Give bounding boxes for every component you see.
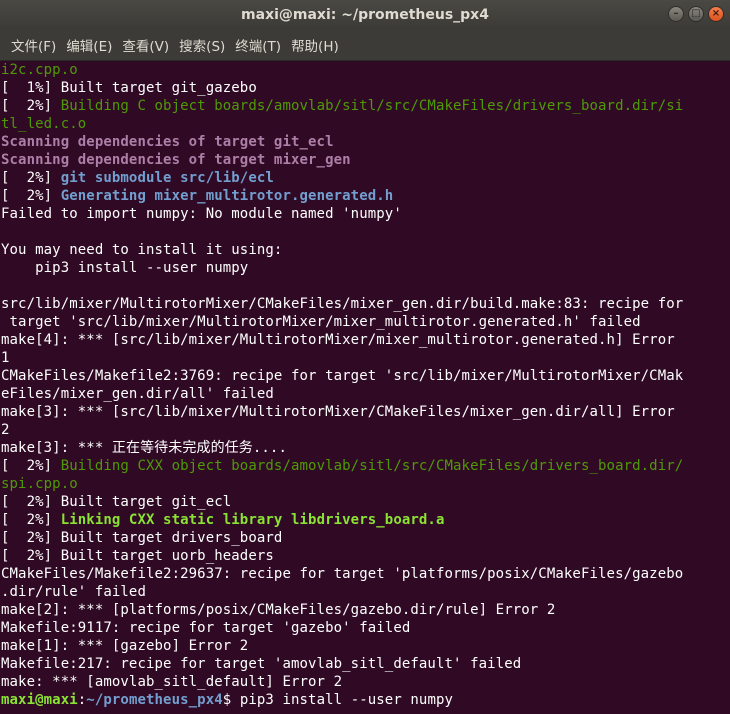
terminal-text: [ 2%] [1, 512, 61, 528]
terminal-text: pip3 install --user numpy [1, 260, 249, 276]
close-icon: × [711, 8, 721, 19]
menu-file[interactable]: 文件(F) [6, 35, 61, 55]
terminal-text: src/lib/mixer/MultirotorMixer/CMakeFiles… [1, 296, 684, 312]
terminal-line: [ 1%] Built target git_gazebo [1, 79, 730, 97]
terminal-line: make[4]: *** [src/lib/mixer/MultirotorMi… [1, 331, 730, 349]
terminal-line: [ 2%] Building CXX object boards/amovlab… [1, 457, 730, 475]
terminal-text: [ 1%] Built target git_gazebo [1, 80, 257, 96]
terminal-text: [ 2%] Built target uorb_headers [1, 548, 274, 564]
terminal-text: $ pip3 install --user numpy [222, 692, 454, 708]
terminal-line: eFiles/mixer_gen.dir/all' failed [1, 385, 730, 403]
terminal-line: [ 2%] Built target git_ecl [1, 493, 730, 511]
terminal-line: Makefile:9117: recipe for target 'gazebo… [1, 619, 730, 637]
terminal-line: Makefile:217: recipe for target 'amovlab… [1, 655, 730, 673]
terminal-line: pip3 install --user numpy [1, 259, 730, 277]
terminal-text: maxi@maxi [1, 692, 78, 708]
terminal-text: Scanning dependencies of target git_ecl [1, 134, 334, 150]
terminal-text: make[3]: *** [src/lib/mixer/MultirotorMi… [1, 404, 675, 420]
terminal-text: target 'src/lib/mixer/MultirotorMixer/mi… [1, 314, 641, 330]
menu-bar: 文件(F) 编辑(E) 查看(V) 搜索(S) 终端(T) 帮助(H) [0, 30, 730, 61]
terminal-line: .dir/rule' failed [1, 583, 730, 601]
terminal-text: make[3]: *** 正在等待未完成的任务.... [1, 440, 287, 456]
terminal-line: make[1]: *** [gazebo] Error 2 [1, 637, 730, 655]
prompt-line: maxi@maxi:~/prometheus_px4$ pip3 install… [1, 691, 730, 709]
terminal-line: 2 [1, 421, 730, 439]
close-button[interactable]: × [708, 6, 724, 22]
terminal-text: [ 2%] Built target drivers_board [1, 530, 283, 546]
terminal-window: maxi@maxi: ~/prometheus_px4 – □ × 文件(F) … [0, 0, 730, 714]
title-bar[interactable]: maxi@maxi: ~/prometheus_px4 – □ × [0, 0, 730, 30]
terminal-line: Failed to import numpy: No module named … [1, 205, 730, 223]
terminal-text: [ 2%] [1, 188, 61, 204]
terminal-text: Failed to import numpy: No module named … [1, 206, 402, 222]
terminal-text: tl_led.c.o [1, 116, 87, 132]
terminal-text: .dir/rule' failed [1, 584, 146, 600]
window-title: maxi@maxi: ~/prometheus_px4 [241, 7, 489, 23]
terminal-text: Building C object boards/amovlab/sitl/sr… [60, 98, 684, 114]
terminal-text: i2c.cpp.o [1, 62, 78, 78]
terminal-line: Scanning dependencies of target git_ecl [1, 133, 730, 151]
terminal-line: src/lib/mixer/MultirotorMixer/CMakeFiles… [1, 295, 730, 313]
terminal-text: git submodule src/lib/ecl [60, 170, 274, 186]
terminal-line: CMakeFiles/Makefile2:29637: recipe for t… [1, 565, 730, 583]
minimize-icon: – [673, 8, 679, 19]
terminal-line: target 'src/lib/mixer/MultirotorMixer/mi… [1, 313, 730, 331]
terminal-line: [ 2%] Building C object boards/amovlab/s… [1, 97, 730, 115]
terminal-text: Makefile:217: recipe for target 'amovlab… [1, 656, 522, 672]
terminal-line: [ 2%] Built target uorb_headers [1, 547, 730, 565]
terminal-line: [ 2%] Built target drivers_board [1, 529, 730, 547]
terminal-text: ~/prometheus_px4 [86, 692, 223, 708]
terminal-text: [ 2%] [1, 458, 61, 474]
terminal-text: make[2]: *** [platforms/posix/CMakeFiles… [1, 602, 556, 618]
menu-edit[interactable]: 编辑(E) [61, 35, 117, 55]
terminal-line: [ 2%] Linking CXX static library libdriv… [1, 511, 730, 529]
terminal-text: [ 2%] [1, 170, 61, 186]
terminal-text: You may need to install it using: [1, 242, 283, 258]
terminal-line: make: *** [amovlab_sitl_default] Error 2 [1, 673, 730, 691]
terminal-text: 2 [1, 422, 10, 438]
terminal-line: i2c.cpp.o [1, 61, 730, 79]
terminal-text: [ 2%] [1, 98, 61, 114]
terminal-text: Linking CXX static library libdrivers_bo… [60, 512, 445, 528]
terminal-text: Makefile:9117: recipe for target 'gazebo… [1, 620, 411, 636]
terminal-line: make[3]: *** 正在等待未完成的任务.... [1, 439, 730, 457]
terminal-text: CMakeFiles/Makefile2:3769: recipe for ta… [1, 368, 684, 384]
terminal-line: [ 2%] Generating mixer_multirotor.genera… [1, 187, 730, 205]
terminal-text: Scanning dependencies of target mixer_ge… [1, 152, 351, 168]
terminal-text: CMakeFiles/Makefile2:29637: recipe for t… [1, 566, 684, 582]
menu-help[interactable]: 帮助(H) [286, 35, 344, 55]
terminal-text: make: *** [amovlab_sitl_default] Error 2 [1, 674, 343, 690]
terminal-text: 1 [1, 350, 10, 366]
terminal-output[interactable]: i2c.cpp.o[ 1%] Built target git_gazebo[ … [0, 61, 730, 714]
terminal-text: make[4]: *** [src/lib/mixer/MultirotorMi… [1, 332, 675, 348]
terminal-line: make[3]: *** [src/lib/mixer/MultirotorMi… [1, 403, 730, 421]
terminal-line: Scanning dependencies of target mixer_ge… [1, 151, 730, 169]
terminal-text: spi.cpp.o [1, 476, 78, 492]
terminal-line: spi.cpp.o [1, 475, 730, 493]
minimize-button[interactable]: – [668, 6, 684, 22]
terminal-text: [ 2%] Built target git_ecl [1, 494, 232, 510]
terminal-line: tl_led.c.o [1, 115, 730, 133]
window-controls: – □ × [668, 6, 724, 22]
menu-search[interactable]: 搜索(S) [174, 35, 230, 55]
terminal-line: You may need to install it using: [1, 241, 730, 259]
terminal-text: make[1]: *** [gazebo] Error 2 [1, 638, 249, 654]
terminal-line: 1 [1, 349, 730, 367]
terminal-line: [ 2%] git submodule src/lib/ecl [1, 169, 730, 187]
terminal-text: Generating mixer_multirotor.generated.h [60, 188, 394, 204]
menu-view[interactable]: 查看(V) [117, 35, 174, 55]
terminal-text: eFiles/mixer_gen.dir/all' failed [1, 386, 274, 402]
maximize-icon: □ [691, 8, 701, 19]
menu-terminal[interactable]: 终端(T) [230, 35, 286, 55]
terminal-line: CMakeFiles/Makefile2:3769: recipe for ta… [1, 367, 730, 385]
terminal-text: Building CXX object boards/amovlab/sitl/… [60, 458, 684, 474]
maximize-button[interactable]: □ [688, 6, 704, 22]
terminal-line: make[2]: *** [platforms/posix/CMakeFiles… [1, 601, 730, 619]
